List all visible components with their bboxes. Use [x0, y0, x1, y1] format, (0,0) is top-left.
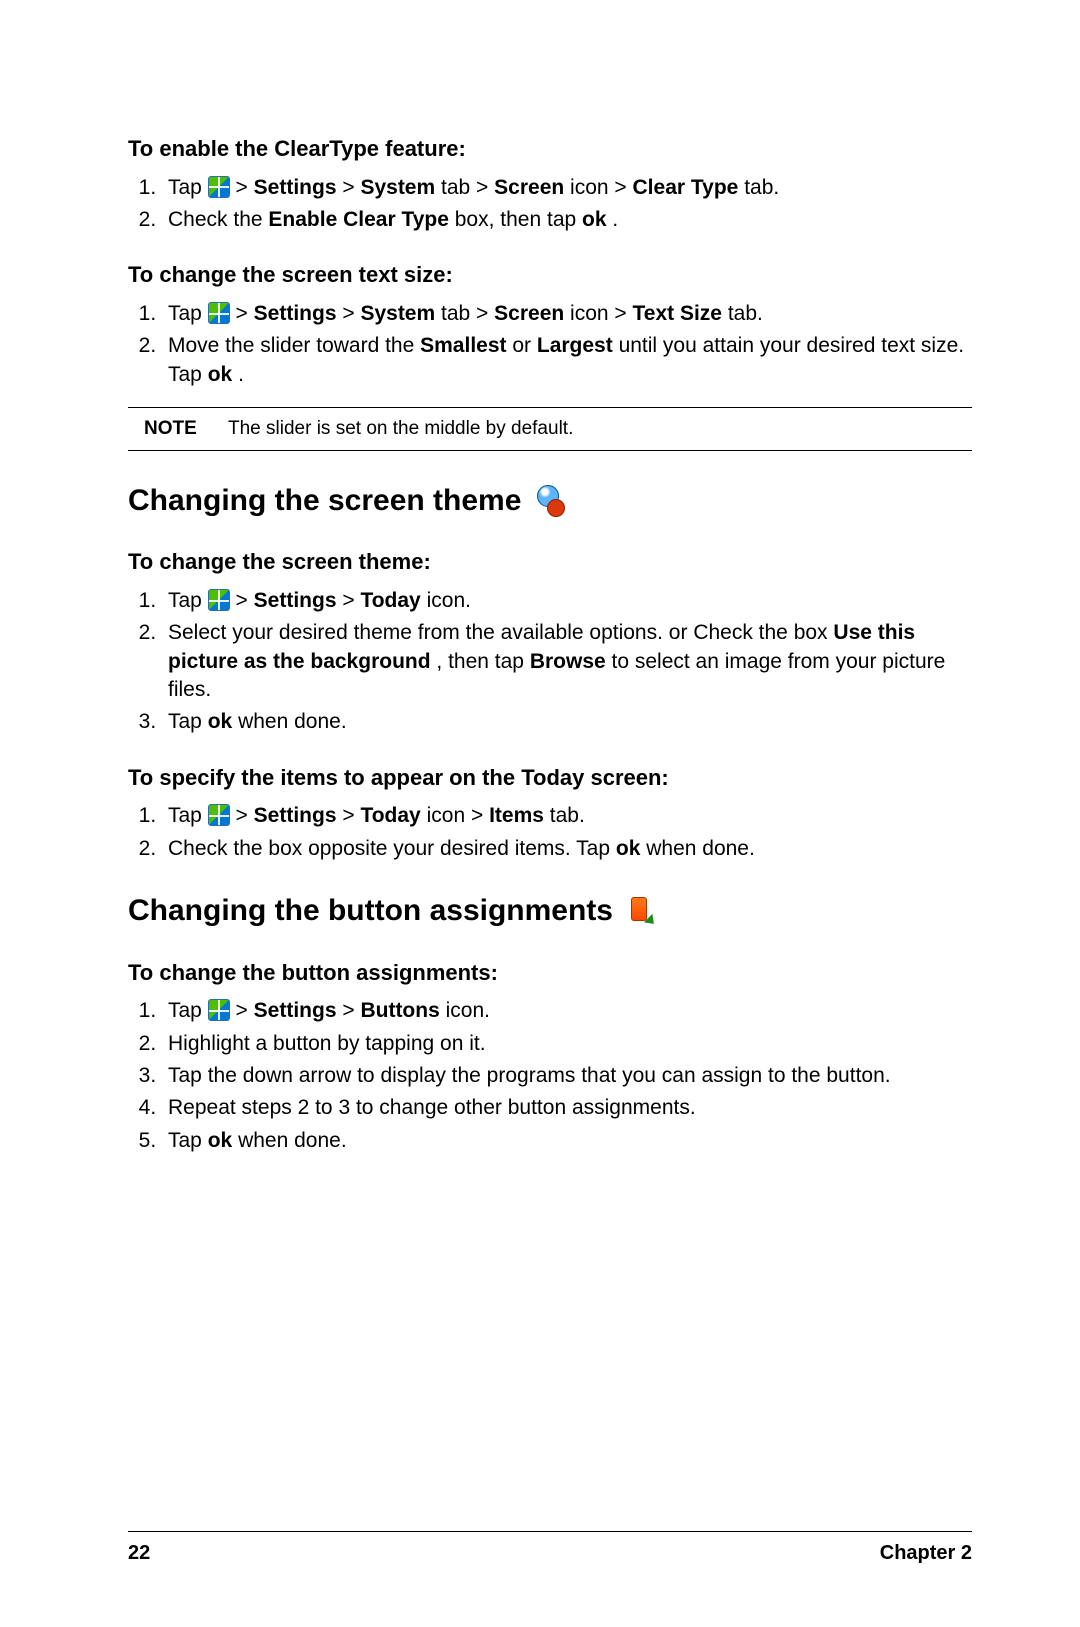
step: Select your desired theme from the avail…: [162, 619, 972, 704]
steps-theme: Tap > Settings > Today icon. Select your…: [128, 587, 972, 737]
start-icon: [208, 999, 230, 1021]
start-icon: [208, 589, 230, 611]
steps-today-items: Tap > Settings > Today icon > Items tab.…: [128, 802, 972, 863]
note-box: NOTE The slider is set on the middle by …: [128, 407, 972, 451]
start-icon: [208, 302, 230, 324]
device-icon: [625, 895, 657, 927]
subheading-textsize: To change the screen text size:: [128, 260, 972, 290]
manual-page: To enable the ClearType feature: Tap > S…: [0, 0, 1080, 1627]
step: Tap the down arrow to display the progra…: [162, 1062, 972, 1090]
subheading-cleartype: To enable the ClearType feature:: [128, 134, 972, 164]
page-number: 22: [128, 1540, 150, 1567]
chapter-label: Chapter 2: [880, 1540, 972, 1567]
step: Check the box opposite your desired item…: [162, 835, 972, 863]
step: Check the Enable Clear Type box, then ta…: [162, 206, 972, 234]
step: Tap > Settings > Today icon > Items tab.: [162, 802, 972, 830]
heading-buttons: Changing the button assignments: [128, 891, 972, 932]
step: Highlight a button by tapping on it.: [162, 1030, 972, 1058]
steps-cleartype: Tap > Settings > System tab > Screen ico…: [128, 174, 972, 235]
theme-icon: [533, 485, 565, 517]
step: Repeat steps 2 to 3 to change other butt…: [162, 1094, 972, 1122]
step: Tap ok when done.: [162, 708, 972, 736]
subheading-today-items: To specify the items to appear on the To…: [128, 763, 972, 793]
page-footer: 22 Chapter 2: [128, 1531, 972, 1567]
heading-theme: Changing the screen theme: [128, 481, 972, 522]
steps-buttons: Tap > Settings > Buttons icon. Highlight…: [128, 997, 972, 1155]
subheading-buttons: To change the button assignments:: [128, 958, 972, 988]
steps-textsize: Tap > Settings > System tab > Screen ico…: [128, 300, 972, 389]
start-icon: [208, 176, 230, 198]
subheading-theme: To change the screen theme:: [128, 547, 972, 577]
note-label: NOTE: [128, 416, 228, 442]
note-text: The slider is set on the middle by defau…: [228, 416, 972, 442]
step: Tap > Settings > System tab > Screen ico…: [162, 300, 972, 328]
step: Move the slider toward the Smallest or L…: [162, 332, 972, 389]
step: Tap > Settings > System tab > Screen ico…: [162, 174, 972, 202]
step: Tap > Settings > Buttons icon.: [162, 997, 972, 1025]
start-icon: [208, 804, 230, 826]
footer-rule: [128, 1531, 972, 1532]
step: Tap > Settings > Today icon.: [162, 587, 972, 615]
step: Tap ok when done.: [162, 1127, 972, 1155]
